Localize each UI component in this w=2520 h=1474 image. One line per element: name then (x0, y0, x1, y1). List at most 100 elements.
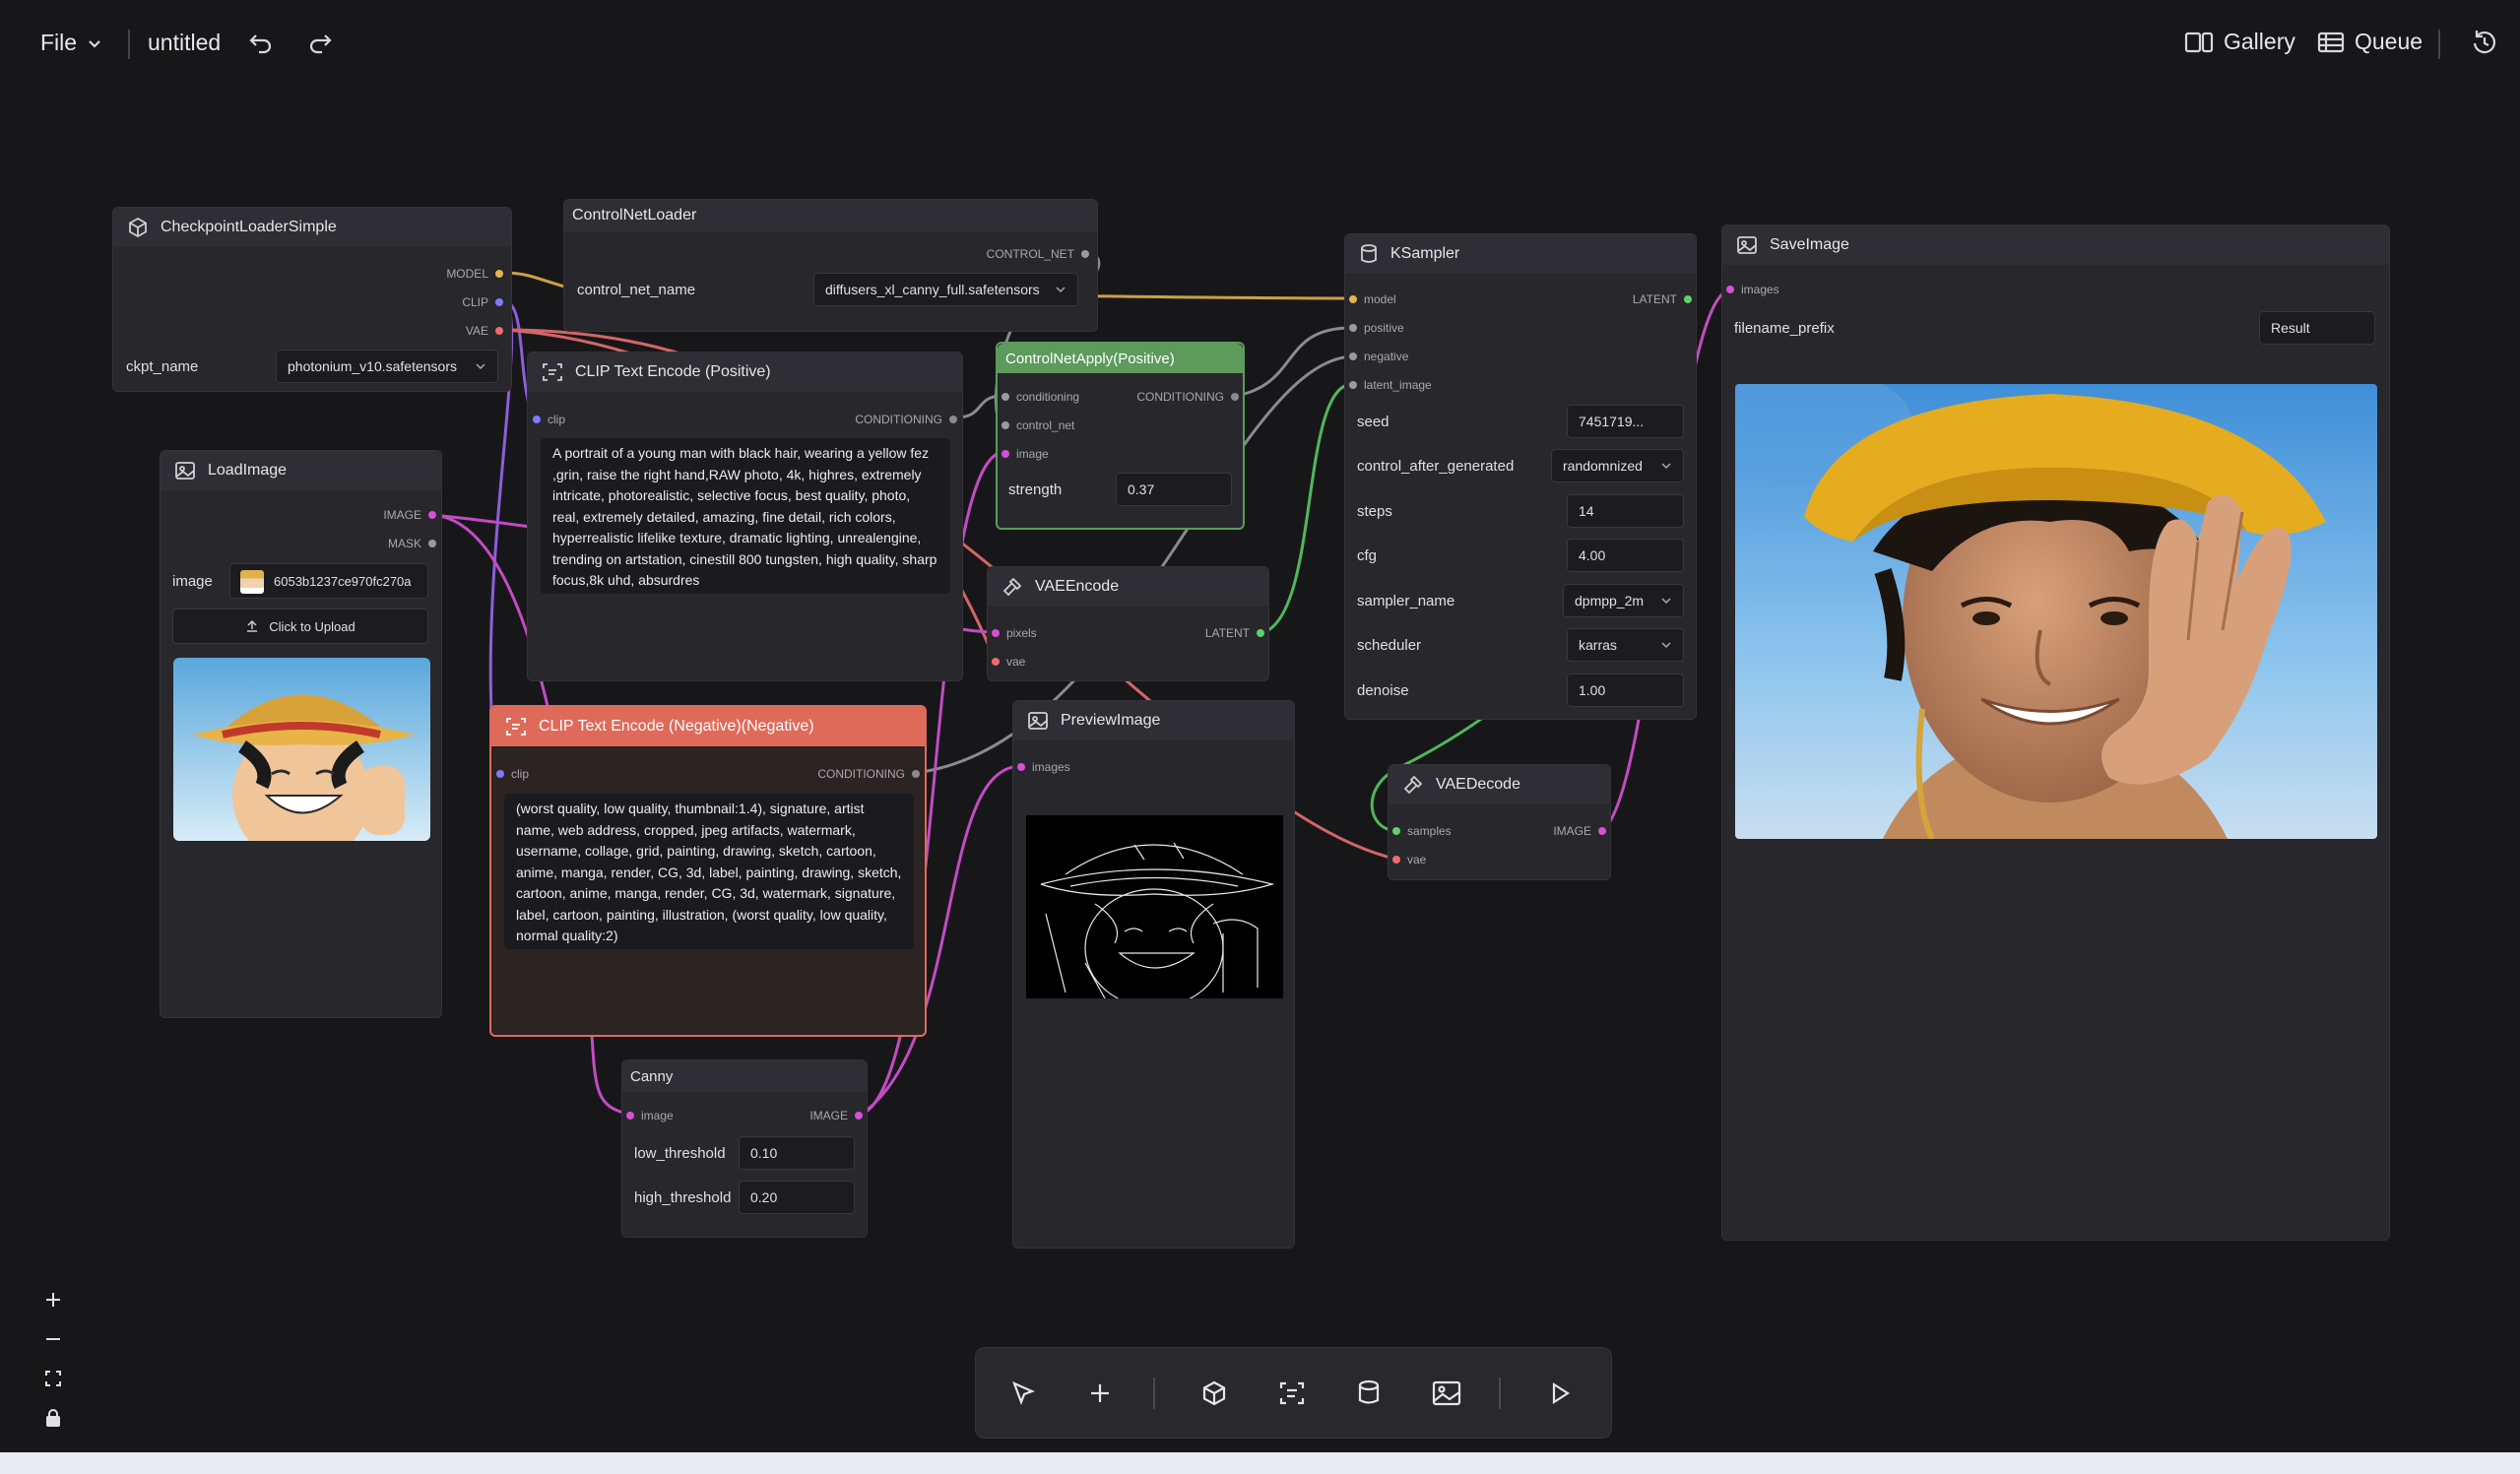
input-latent-image[interactable]: latent_image (1349, 378, 1432, 392)
steps-input[interactable]: 14 (1567, 494, 1684, 528)
fit-view-button[interactable] (32, 1361, 75, 1396)
input-pixels[interactable]: pixels (992, 626, 1037, 640)
port-dot[interactable] (1017, 763, 1025, 771)
port-dot[interactable] (992, 658, 1000, 666)
output-conditioning[interactable]: CONDITIONING (855, 413, 957, 426)
output-conditioning[interactable]: CONDITIONING (817, 767, 920, 781)
node-header[interactable]: SaveImage (1722, 225, 2389, 265)
output-image[interactable]: IMAGE (1553, 824, 1606, 838)
node-controlnet-loader[interactable]: ControlNetLoader CONTROL_NET control_net… (563, 199, 1098, 332)
output-vae[interactable]: VAE (466, 324, 503, 338)
input-images[interactable]: images (1726, 283, 1779, 296)
port-dot[interactable] (533, 416, 541, 423)
port-dot[interactable] (1257, 629, 1264, 637)
node-header[interactable]: ControlNetLoader (564, 200, 1097, 231)
low-threshold-input[interactable]: 0.10 (739, 1136, 855, 1170)
zoom-out-button[interactable] (32, 1321, 75, 1357)
negative-prompt-textarea[interactable]: (worst quality, low quality, thumbnail:1… (504, 794, 914, 949)
node-preview-image[interactable]: PreviewImage images (1012, 700, 1295, 1249)
port-dot[interactable] (1684, 295, 1692, 303)
port-dot[interactable] (1349, 352, 1357, 360)
node-ksampler[interactable]: KSampler model positive negative latent_… (1344, 233, 1697, 720)
add-node-button[interactable] (1078, 1372, 1122, 1415)
port-dot[interactable] (1002, 421, 1009, 429)
output-model[interactable]: MODEL (446, 267, 503, 281)
undo-button[interactable] (248, 30, 274, 55)
node-header[interactable]: CheckpointLoaderSimple (113, 208, 511, 247)
port-dot[interactable] (626, 1112, 634, 1120)
port-dot[interactable] (1392, 856, 1400, 864)
strength-input[interactable]: 0.37 (1116, 473, 1232, 506)
node-clip-text-negative[interactable]: CLIP Text Encode (Negative)(Negative) cl… (489, 705, 927, 1037)
sampler-node-button[interactable] (1347, 1372, 1390, 1415)
port-dot[interactable] (495, 270, 503, 278)
model-node-button[interactable] (1193, 1372, 1236, 1415)
positive-prompt-textarea[interactable]: A portrait of a young man with black hai… (541, 438, 950, 594)
file-menu[interactable]: File (40, 30, 102, 56)
cfg-input[interactable]: 4.00 (1567, 539, 1684, 572)
node-header[interactable]: CLIP Text Encode (Positive) (528, 352, 962, 392)
node-vae-decode[interactable]: VAEDecode samples vae IMAGE (1388, 764, 1611, 880)
image-node-button[interactable] (1425, 1372, 1468, 1415)
control-net-name-select[interactable]: diffusers_xl_canny_full.safetensors (813, 273, 1078, 306)
node-header[interactable]: CLIP Text Encode (Negative)(Negative) (491, 707, 925, 746)
port-dot[interactable] (1349, 295, 1357, 303)
text-node-button[interactable] (1270, 1372, 1314, 1415)
output-conditioning[interactable]: CONDITIONING (1136, 390, 1239, 404)
input-model[interactable]: model (1349, 292, 1396, 306)
zoom-in-button[interactable] (32, 1282, 75, 1317)
input-vae[interactable]: vae (1392, 853, 1426, 866)
port-dot[interactable] (1002, 393, 1009, 401)
node-header[interactable]: PreviewImage (1013, 701, 1294, 740)
output-latent[interactable]: LATENT (1205, 626, 1264, 640)
input-clip[interactable]: clip (533, 413, 565, 426)
workflow-name[interactable]: untitled (148, 30, 221, 56)
port-dot[interactable] (1081, 250, 1089, 258)
denoise-input[interactable]: 1.00 (1567, 673, 1684, 707)
port-dot[interactable] (912, 770, 920, 778)
input-vae[interactable]: vae (992, 655, 1025, 669)
node-controlnet-apply[interactable]: ControlNetApply(Positive) conditioning c… (996, 342, 1245, 530)
port-dot[interactable] (949, 416, 957, 423)
input-positive[interactable]: positive (1349, 321, 1404, 335)
input-control-net[interactable]: control_net (1002, 418, 1074, 432)
node-header[interactable]: VAEEncode (988, 567, 1268, 607)
image-select[interactable]: 6053b1237ce970fc270a (229, 563, 428, 599)
input-conditioning[interactable]: conditioning (1002, 390, 1079, 404)
redo-button[interactable] (307, 30, 333, 55)
control-after-generated-select[interactable]: randomnized (1551, 449, 1684, 482)
high-threshold-input[interactable]: 0.20 (739, 1181, 855, 1214)
node-header[interactable]: ControlNetApply(Positive) (998, 344, 1243, 373)
select-tool-button[interactable] (1002, 1372, 1045, 1415)
port-dot[interactable] (1002, 450, 1009, 458)
output-control-net[interactable]: CONTROL_NET (987, 247, 1089, 261)
filename-prefix-input[interactable]: Result (2259, 311, 2375, 345)
port-dot[interactable] (1231, 393, 1239, 401)
input-clip[interactable]: clip (496, 767, 529, 781)
node-header[interactable]: Canny (622, 1060, 867, 1092)
run-button[interactable] (1538, 1372, 1582, 1415)
port-dot[interactable] (1726, 286, 1734, 293)
upload-button[interactable]: Click to Upload (172, 609, 428, 644)
output-latent[interactable]: LATENT (1633, 292, 1692, 306)
node-load-image[interactable]: LoadImage IMAGE MASK image 6053b1237ce97… (160, 450, 442, 1018)
node-header[interactable]: KSampler (1345, 234, 1696, 274)
port-dot[interactable] (428, 511, 436, 519)
input-image[interactable]: image (1002, 447, 1049, 461)
port-dot[interactable] (1392, 827, 1400, 835)
node-header[interactable]: VAEDecode (1389, 765, 1610, 804)
node-header[interactable]: LoadImage (161, 451, 441, 490)
input-negative[interactable]: negative (1349, 350, 1408, 363)
port-dot[interactable] (428, 540, 436, 547)
seed-input[interactable]: 7451719... (1567, 405, 1684, 438)
scheduler-select[interactable]: karras (1567, 628, 1684, 662)
output-image[interactable]: IMAGE (383, 508, 436, 522)
input-image[interactable]: image (626, 1109, 674, 1122)
queue-button[interactable]: Queue (2317, 29, 2423, 55)
node-vae-encode[interactable]: VAEEncode pixels vae LATENT (987, 566, 1269, 681)
node-save-image[interactable]: SaveImage images filename_prefix Result (1721, 224, 2390, 1241)
port-dot[interactable] (496, 770, 504, 778)
port-dot[interactable] (1349, 381, 1357, 389)
ckpt-name-select[interactable]: photonium_v10.safetensors (276, 350, 498, 383)
output-clip[interactable]: CLIP (462, 295, 503, 309)
